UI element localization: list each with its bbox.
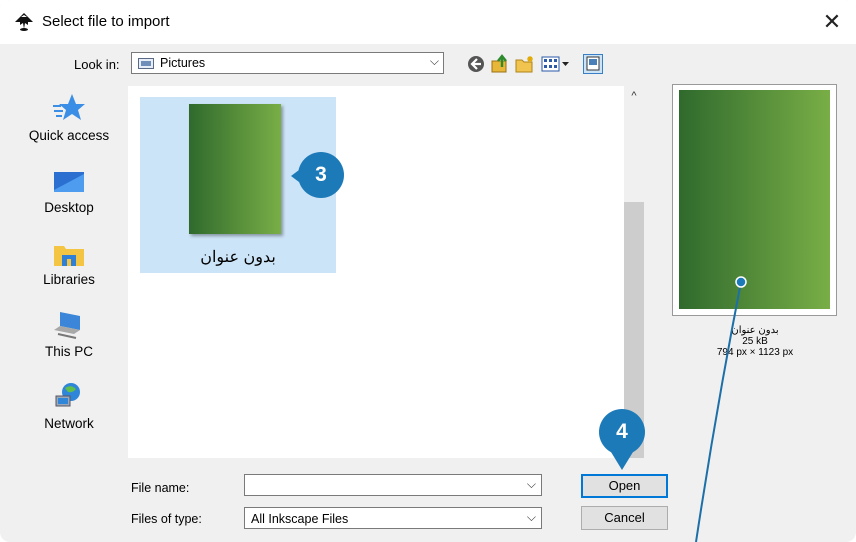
step-4-badge: 4 — [599, 409, 645, 455]
import-dialog: Select file to import ✕ Look in: Picture… — [0, 0, 856, 542]
callout-pointer-line — [291, 164, 747, 542]
step-3-badge: 3 — [298, 152, 344, 198]
